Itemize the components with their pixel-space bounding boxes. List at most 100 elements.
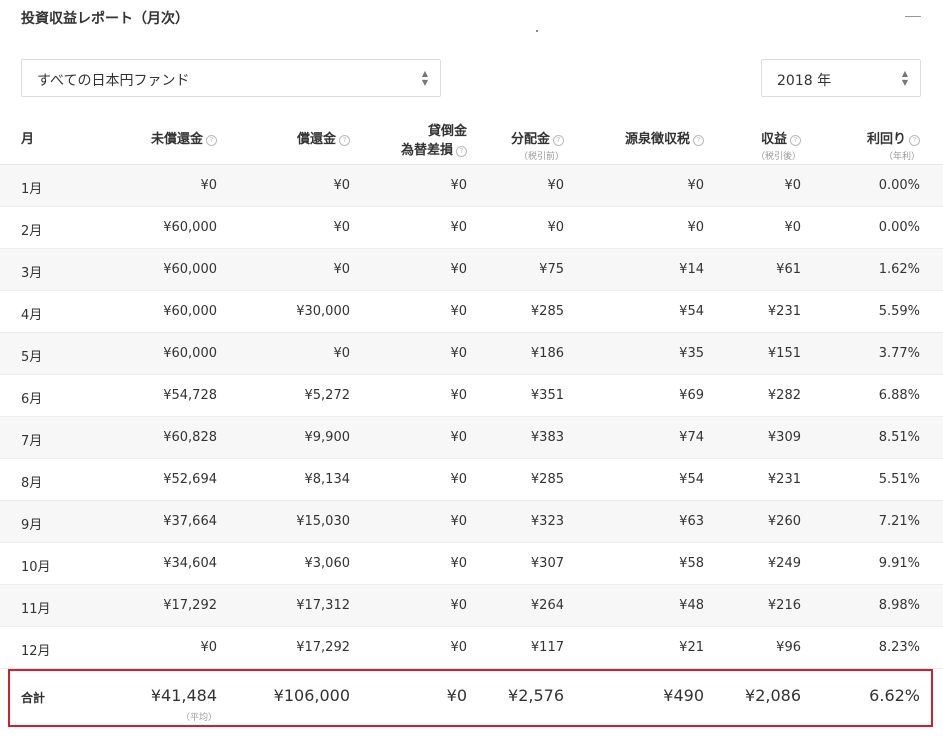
cell-withholding-tax: ¥58: [679, 556, 704, 571]
cell-redeemed: ¥15,030: [296, 514, 350, 529]
collapse-icon[interactable]: [905, 16, 921, 17]
column-label: 分配金: [510, 132, 550, 147]
cell-default-fx-loss: ¥0: [450, 304, 467, 319]
cell-profit: ¥249: [767, 556, 801, 571]
cell-yield: 5.59%: [878, 304, 920, 319]
cell-month: 4月: [21, 308, 43, 323]
cell-default-fx-loss: ¥0: [450, 514, 467, 529]
cell-yield: 6.88%: [878, 388, 920, 403]
cell-yield: 8.98%: [878, 598, 920, 613]
cell-default-fx-loss: ¥0: [450, 598, 467, 613]
cell-redeemed: ¥3,060: [304, 556, 351, 571]
cell-unredeemed: ¥17,292: [163, 598, 217, 613]
select-arrows-icon: ▲ ▼: [421, 69, 429, 87]
cell-withholding-tax: ¥54: [679, 472, 704, 487]
total-withholding-tax: ¥490: [663, 686, 704, 705]
cell-distribution: ¥285: [530, 304, 564, 319]
report-header: 投資収益レポート（月次）: [0, 0, 943, 40]
average-note: （平均）: [180, 713, 217, 723]
cell-redeemed: ¥0: [333, 262, 350, 277]
year-select[interactable]: 2018 年 ▲ ▼: [761, 59, 921, 97]
help-icon[interactable]: ?: [693, 135, 704, 146]
column-label: 利回り: [866, 132, 906, 147]
cell-month: 8月: [21, 476, 43, 491]
total-yield: 6.62%: [869, 686, 920, 705]
column-header-month: 月: [21, 128, 34, 147]
cell-withholding-tax: ¥74: [679, 430, 704, 445]
cell-redeemed: ¥17,292: [296, 640, 350, 655]
fund-select-value: すべての日本円ファンド: [37, 73, 190, 89]
cell-yield: 0.00%: [878, 220, 920, 235]
cell-withholding-tax: ¥63: [679, 514, 704, 529]
monthly-report-table: 月未償還金? 償還金? 貸倒金 為替差損? 分配金? （税引前） 源泉徴収税? 収益? （税引後…: [0, 115, 943, 669]
cell-distribution: ¥75: [539, 262, 564, 277]
cell-distribution: ¥323: [530, 514, 564, 529]
cell-distribution: ¥351: [530, 388, 564, 403]
table-row: 5月 ¥60,000 ¥0 ¥0 ¥186 ¥35 ¥151 3.77%: [0, 333, 943, 375]
cell-yield: 8.51%: [878, 430, 920, 445]
dot-mark: [536, 30, 538, 32]
cell-redeemed: ¥0: [333, 346, 350, 361]
table-header: 月未償還金? 償還金? 貸倒金 為替差損? 分配金? （税引前） 源泉徴収税? 収益? （税引後…: [0, 115, 943, 165]
cell-month: 11月: [21, 602, 51, 617]
cell-profit: ¥282: [767, 388, 801, 403]
column-label-line2: 為替差損: [400, 143, 453, 158]
cell-profit: ¥260: [767, 514, 801, 529]
cell-profit: ¥309: [767, 430, 801, 445]
cell-month: 12月: [21, 644, 51, 659]
total-default-fx-loss: ¥0: [446, 686, 467, 705]
cell-withholding-tax: ¥35: [679, 346, 704, 361]
column-header-distribution: 分配金? （税引前）: [511, 128, 564, 162]
table-row: 3月 ¥60,000 ¥0 ¥0 ¥75 ¥14 ¥61 1.62%: [0, 249, 943, 291]
cell-yield: 5.51%: [878, 472, 920, 487]
cell-unredeemed: ¥60,000: [163, 346, 217, 361]
cell-withholding-tax: ¥0: [687, 178, 704, 193]
cell-month: 2月: [21, 224, 43, 239]
cell-distribution: ¥0: [547, 178, 564, 193]
cell-withholding-tax: ¥21: [679, 640, 704, 655]
cell-unredeemed: ¥52,694: [163, 472, 217, 487]
total-unredeemed: ¥41,484: [150, 686, 217, 705]
help-icon[interactable]: ?: [339, 135, 350, 146]
table-row: 8月 ¥52,694 ¥8,134 ¥0 ¥285 ¥54 ¥231 5.51%: [0, 459, 943, 501]
column-sublabel: （年利）: [883, 152, 920, 162]
cell-yield: 9.91%: [878, 556, 920, 571]
cell-distribution: ¥117: [530, 640, 564, 655]
help-icon[interactable]: ?: [909, 135, 920, 146]
column-label: 月: [21, 132, 35, 147]
cell-distribution: ¥383: [530, 430, 564, 445]
cell-unredeemed: ¥60,000: [163, 220, 217, 235]
help-icon[interactable]: ?: [553, 135, 564, 146]
cell-month: 10月: [21, 560, 51, 575]
cell-month: 3月: [21, 266, 43, 281]
cell-redeemed: ¥17,312: [296, 598, 350, 613]
table-row: 7月 ¥60,828 ¥9,900 ¥0 ¥383 ¥74 ¥309 8.51%: [0, 417, 943, 459]
cell-default-fx-loss: ¥0: [450, 346, 467, 361]
cell-unredeemed: ¥0: [200, 178, 217, 193]
cell-profit: ¥216: [767, 598, 801, 613]
cell-unredeemed: ¥37,664: [163, 514, 217, 529]
total-row: 合計 ¥41,484 ¥106,000 ¥0 ¥2,576 ¥490 ¥2,086 6.62%…: [8, 669, 933, 727]
column-header-redeemed: 償還金?: [297, 128, 350, 147]
cell-default-fx-loss: ¥0: [450, 262, 467, 277]
select-arrows-icon: ▲ ▼: [901, 69, 909, 87]
cell-redeemed: ¥5,272: [304, 388, 351, 403]
total-profit: ¥2,086: [745, 686, 801, 705]
cell-month: 7月: [21, 434, 43, 449]
cell-withholding-tax: ¥48: [679, 598, 704, 613]
cell-withholding-tax: ¥69: [679, 388, 704, 403]
fund-select[interactable]: すべての日本円ファンド ▲ ▼: [21, 59, 441, 97]
cell-default-fx-loss: ¥0: [450, 178, 467, 193]
cell-distribution: ¥307: [530, 556, 564, 571]
help-icon[interactable]: ?: [206, 135, 217, 146]
column-label: 収益: [760, 132, 787, 147]
year-select-value: 2018 年: [777, 73, 832, 89]
cell-withholding-tax: ¥14: [679, 262, 704, 277]
help-icon[interactable]: ?: [456, 146, 467, 157]
column-header-unredeemed: 未償還金?: [151, 128, 217, 147]
cell-redeemed: ¥8,134: [304, 472, 351, 487]
table-row: 2月 ¥60,000 ¥0 ¥0 ¥0 ¥0 ¥0 0.00%: [0, 207, 943, 249]
total-distribution: ¥2,576: [508, 686, 564, 705]
cell-default-fx-loss: ¥0: [450, 640, 467, 655]
help-icon[interactable]: ?: [790, 135, 801, 146]
